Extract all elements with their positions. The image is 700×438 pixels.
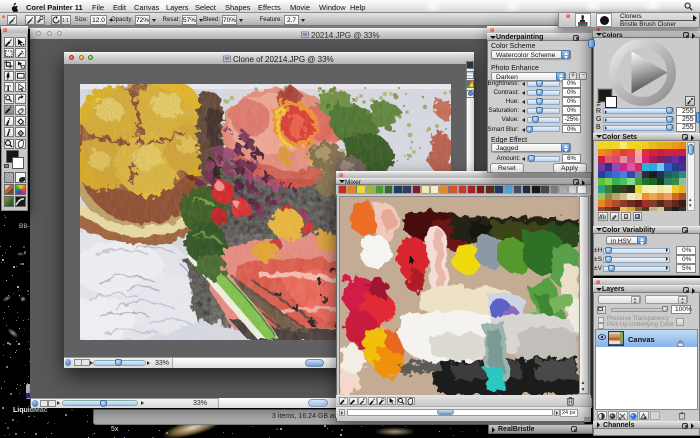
svg-text:T: T bbox=[5, 83, 11, 92]
